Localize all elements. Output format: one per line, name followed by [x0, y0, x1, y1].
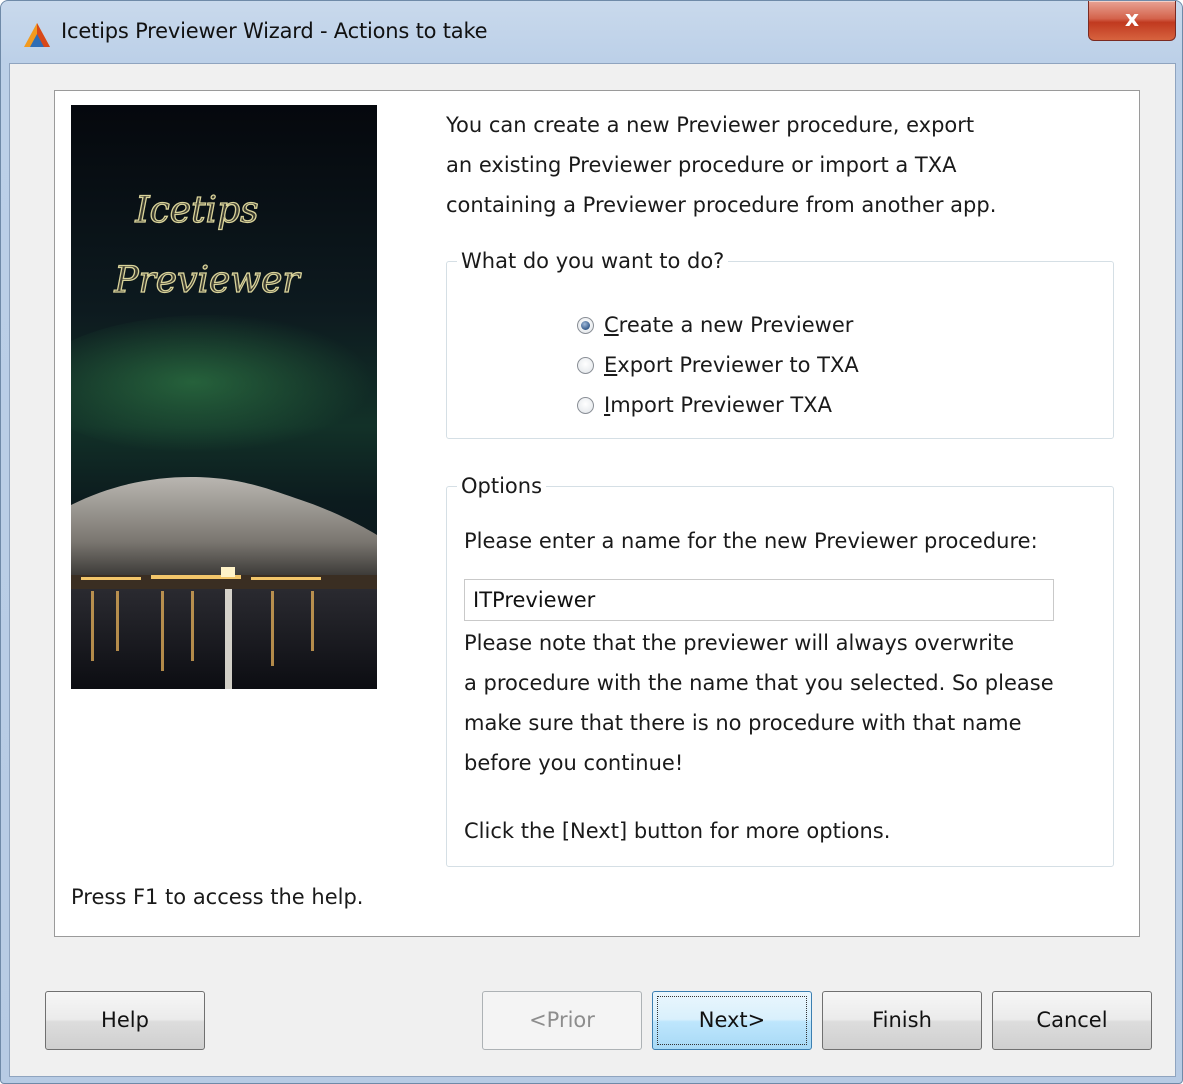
- client-area: Icetips Previewer You can create a new P…: [9, 63, 1176, 1077]
- action-group-title: What do you want to do?: [457, 247, 729, 275]
- radio-import-txa[interactable]: Import Previewer TXA: [577, 390, 832, 420]
- radio-accel: C: [604, 313, 619, 337]
- intro-text: You can create a new Previewer procedure…: [446, 105, 1086, 225]
- banner-text-line2: Previewer: [113, 260, 301, 301]
- radio-label: reate a new Previewer: [618, 313, 854, 337]
- close-button[interactable]: x: [1088, 1, 1176, 41]
- name-prompt: Please enter a name for the new Previewe…: [464, 529, 1038, 553]
- intro-line: You can create a new Previewer procedure…: [446, 113, 975, 137]
- overwrite-note: Please note that the previewer will alwa…: [464, 623, 1104, 783]
- procedure-name-input[interactable]: ITPreviewer: [464, 579, 1054, 621]
- cancel-button[interactable]: Cancel: [992, 991, 1152, 1050]
- banner-text-line1: Icetips: [134, 190, 258, 231]
- note-line: before you continue!: [464, 751, 684, 775]
- note-line: make sure that there is no procedure wit…: [464, 711, 1022, 735]
- radio-export-txa[interactable]: Export Previewer to TXA: [577, 350, 859, 380]
- window-title: Icetips Previewer Wizard - Actions to ta…: [61, 19, 488, 43]
- wizard-page: Icetips Previewer You can create a new P…: [54, 90, 1140, 937]
- finish-button[interactable]: Finish: [822, 991, 982, 1050]
- focus-rect: [657, 996, 807, 1045]
- options-group: Options Please enter a name for the new …: [446, 472, 1114, 867]
- help-hint: Press F1 to access the help.: [71, 885, 364, 909]
- action-group: What do you want to do? Create a new Pre…: [446, 247, 1114, 439]
- options-group-title: Options: [457, 472, 547, 500]
- intro-line: containing a Previewer procedure from an…: [446, 193, 997, 217]
- radio-button-checked-icon[interactable]: [577, 316, 594, 334]
- radio-accel: E: [604, 353, 618, 377]
- help-button[interactable]: Help: [45, 991, 205, 1050]
- radio-button-icon[interactable]: [577, 396, 594, 414]
- prior-button[interactable]: <Prior: [482, 991, 642, 1050]
- next-hint: Click the [Next] button for more options…: [464, 819, 891, 843]
- radio-label: xport Previewer to TXA: [617, 353, 859, 377]
- title-bar[interactable]: Icetips Previewer Wizard - Actions to ta…: [1, 1, 1182, 65]
- next-button[interactable]: Next>: [652, 991, 812, 1050]
- wizard-window: Icetips Previewer Wizard - Actions to ta…: [0, 0, 1183, 1084]
- radio-create-new[interactable]: Create a new Previewer: [577, 310, 853, 340]
- radio-label: mport Previewer TXA: [610, 393, 832, 417]
- app-logo-icon: [24, 23, 50, 47]
- note-line: Please note that the previewer will alwa…: [464, 631, 1015, 655]
- intro-line: an existing Previewer procedure or impor…: [446, 153, 957, 177]
- note-line: a procedure with the name that you selec…: [464, 671, 1054, 695]
- previewer-banner-image: Icetips Previewer: [71, 105, 377, 689]
- radio-button-icon[interactable]: [577, 356, 594, 374]
